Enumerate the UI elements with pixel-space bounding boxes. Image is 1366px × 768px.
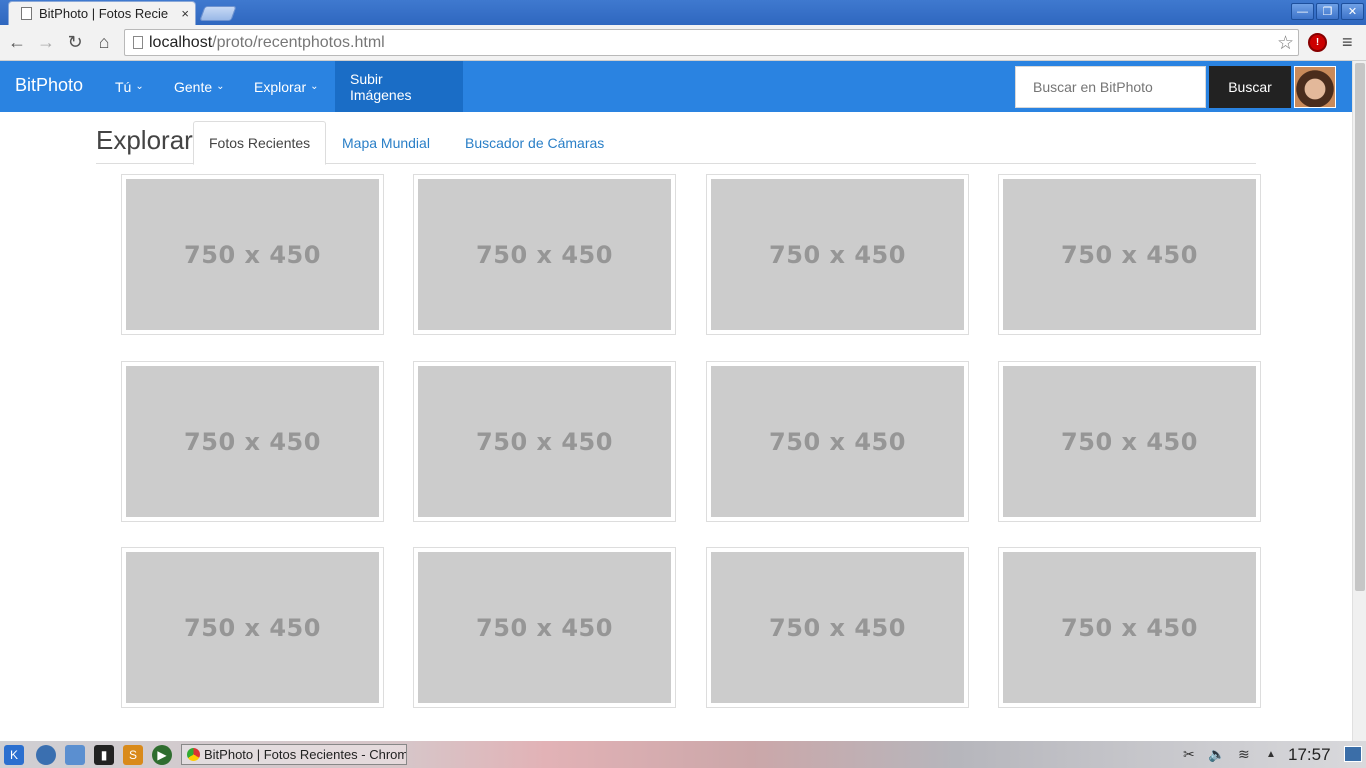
photo-placeholder: 750 x 450 [1003,179,1256,330]
vertical-scrollbar[interactable] [1352,61,1366,741]
taskbar-window-button[interactable]: BitPhoto | Fotos Recientes - Chromium [181,744,407,765]
photo-thumbnail[interactable]: 750 x 450 [998,547,1261,708]
photo-thumbnail[interactable]: 750 x 450 [121,361,384,522]
chevron-down-icon: ⌄ [216,81,225,92]
chromium-icon [187,748,200,761]
kde-menu-icon[interactable]: K [4,745,24,765]
nav-gente[interactable]: Gente ⌄ [159,61,240,112]
photo-placeholder: 750 x 450 [418,179,671,330]
tab-title: BitPhoto | Fotos Recie [39,6,169,21]
nav-subir-imagenes[interactable]: Subir Imágenes [335,61,463,112]
show-desktop-icon[interactable] [1344,746,1362,762]
maximize-button[interactable]: ❐ [1316,3,1339,20]
browser-menu-icon[interactable]: ≡ [1342,32,1353,53]
home-icon[interactable]: ⌂ [93,31,115,53]
photo-thumbnail[interactable]: 750 x 450 [413,547,676,708]
page-icon [21,7,32,20]
photo-thumbnail[interactable]: 750 x 450 [121,547,384,708]
back-icon[interactable]: ← [6,31,28,53]
sublime-icon[interactable]: S [123,745,143,765]
bookmark-star-icon[interactable]: ☆ [1277,32,1294,55]
photo-thumbnail[interactable]: 750 x 450 [706,547,969,708]
extension-icon[interactable]: ! [1308,33,1327,52]
minimize-button[interactable]: — [1291,3,1314,20]
browser-toolbar: ← → ↻ ⌂ localhost/proto/recentphotos.htm… [0,25,1366,61]
avatar[interactable] [1294,66,1336,108]
chevron-down-icon: ⌄ [310,81,319,92]
nav-explorar-label: Explorar [254,78,307,95]
page-content: BitPhoto Tú ⌄ Gente ⌄ Explorar ⌄ Subir I… [0,61,1352,741]
photo-thumbnail[interactable]: 750 x 450 [706,361,969,522]
wifi-icon[interactable]: ≋ [1238,746,1250,763]
tab-buscador-camaras[interactable]: Buscador de Cámaras [450,121,619,164]
nav-gente-label: Gente [174,78,213,95]
search-input[interactable] [1015,66,1206,108]
photo-placeholder: 750 x 450 [418,552,671,703]
photo-placeholder: 750 x 450 [1003,366,1256,517]
nav-tu[interactable]: Tú ⌄ [100,61,159,112]
photo-thumbnail[interactable]: 750 x 450 [121,174,384,335]
url-host: localhost [149,33,213,51]
address-bar[interactable]: localhost/proto/recentphotos.html ☆ [124,29,1299,56]
media-player-icon[interactable]: ▶ [152,745,172,765]
tray-expand-icon[interactable]: ▲ [1266,749,1276,760]
chevron-down-icon: ⌄ [135,81,144,92]
browser-titlebar: BitPhoto | Fotos Recie × — ❐ ✕ [0,0,1366,25]
volume-icon[interactable]: 🔈 [1208,746,1225,763]
photo-placeholder: 750 x 450 [126,366,379,517]
os-taskbar: K ▮ S ▶ BitPhoto | Fotos Recientes - Chr… [0,741,1366,768]
photo-placeholder: 750 x 450 [418,366,671,517]
scissors-icon[interactable]: ✂ [1183,746,1195,763]
tab-fotos-recientes[interactable]: Fotos Recientes [193,121,327,165]
brand-logo[interactable]: BitPhoto [15,75,83,96]
page-title: Explorar [96,125,193,155]
new-tab-button[interactable] [199,6,237,21]
nav-explorar[interactable]: Explorar ⌄ [239,61,334,112]
photo-placeholder: 750 x 450 [1003,552,1256,703]
url-path: /proto/recentphotos.html [212,33,385,51]
photo-placeholder: 750 x 450 [711,366,964,517]
tab-mapa-mundial[interactable]: Mapa Mundial [327,121,445,164]
browser-launcher-icon[interactable] [36,745,56,765]
photo-placeholder: 750 x 450 [711,179,964,330]
photo-placeholder: 750 x 450 [126,552,379,703]
explore-header: Explorar Fotos Recientes Mapa Mundial Bu… [96,121,1256,165]
site-navbar: BitPhoto Tú ⌄ Gente ⌄ Explorar ⌄ Subir I… [0,61,1352,112]
photo-thumbnail[interactable]: 750 x 450 [706,174,969,335]
photo-thumbnail[interactable]: 750 x 450 [998,361,1261,522]
reload-icon[interactable]: ↻ [64,31,86,53]
nav-subir-label: Subir Imágenes [350,70,412,103]
close-window-button[interactable]: ✕ [1341,3,1364,20]
clock: 17:57 [1288,745,1331,764]
browser-tab[interactable]: BitPhoto | Fotos Recie × [8,1,196,25]
search-button[interactable]: Buscar [1209,66,1291,108]
photo-placeholder: 750 x 450 [711,552,964,703]
forward-icon[interactable]: → [35,31,57,53]
photo-thumbnail[interactable]: 750 x 450 [413,361,676,522]
scrollbar-thumb[interactable] [1355,63,1365,591]
tab-close-icon[interactable]: × [181,6,189,21]
nav-tu-label: Tú [115,78,132,95]
photo-placeholder: 750 x 450 [126,179,379,330]
terminal-icon[interactable]: ▮ [94,745,114,765]
photo-thumbnail[interactable]: 750 x 450 [998,174,1261,335]
taskbar-window-title: BitPhoto | Fotos Recientes - Chromium [204,747,407,762]
photo-thumbnail[interactable]: 750 x 450 [413,174,676,335]
document-icon [133,36,143,49]
file-manager-icon[interactable] [65,745,85,765]
